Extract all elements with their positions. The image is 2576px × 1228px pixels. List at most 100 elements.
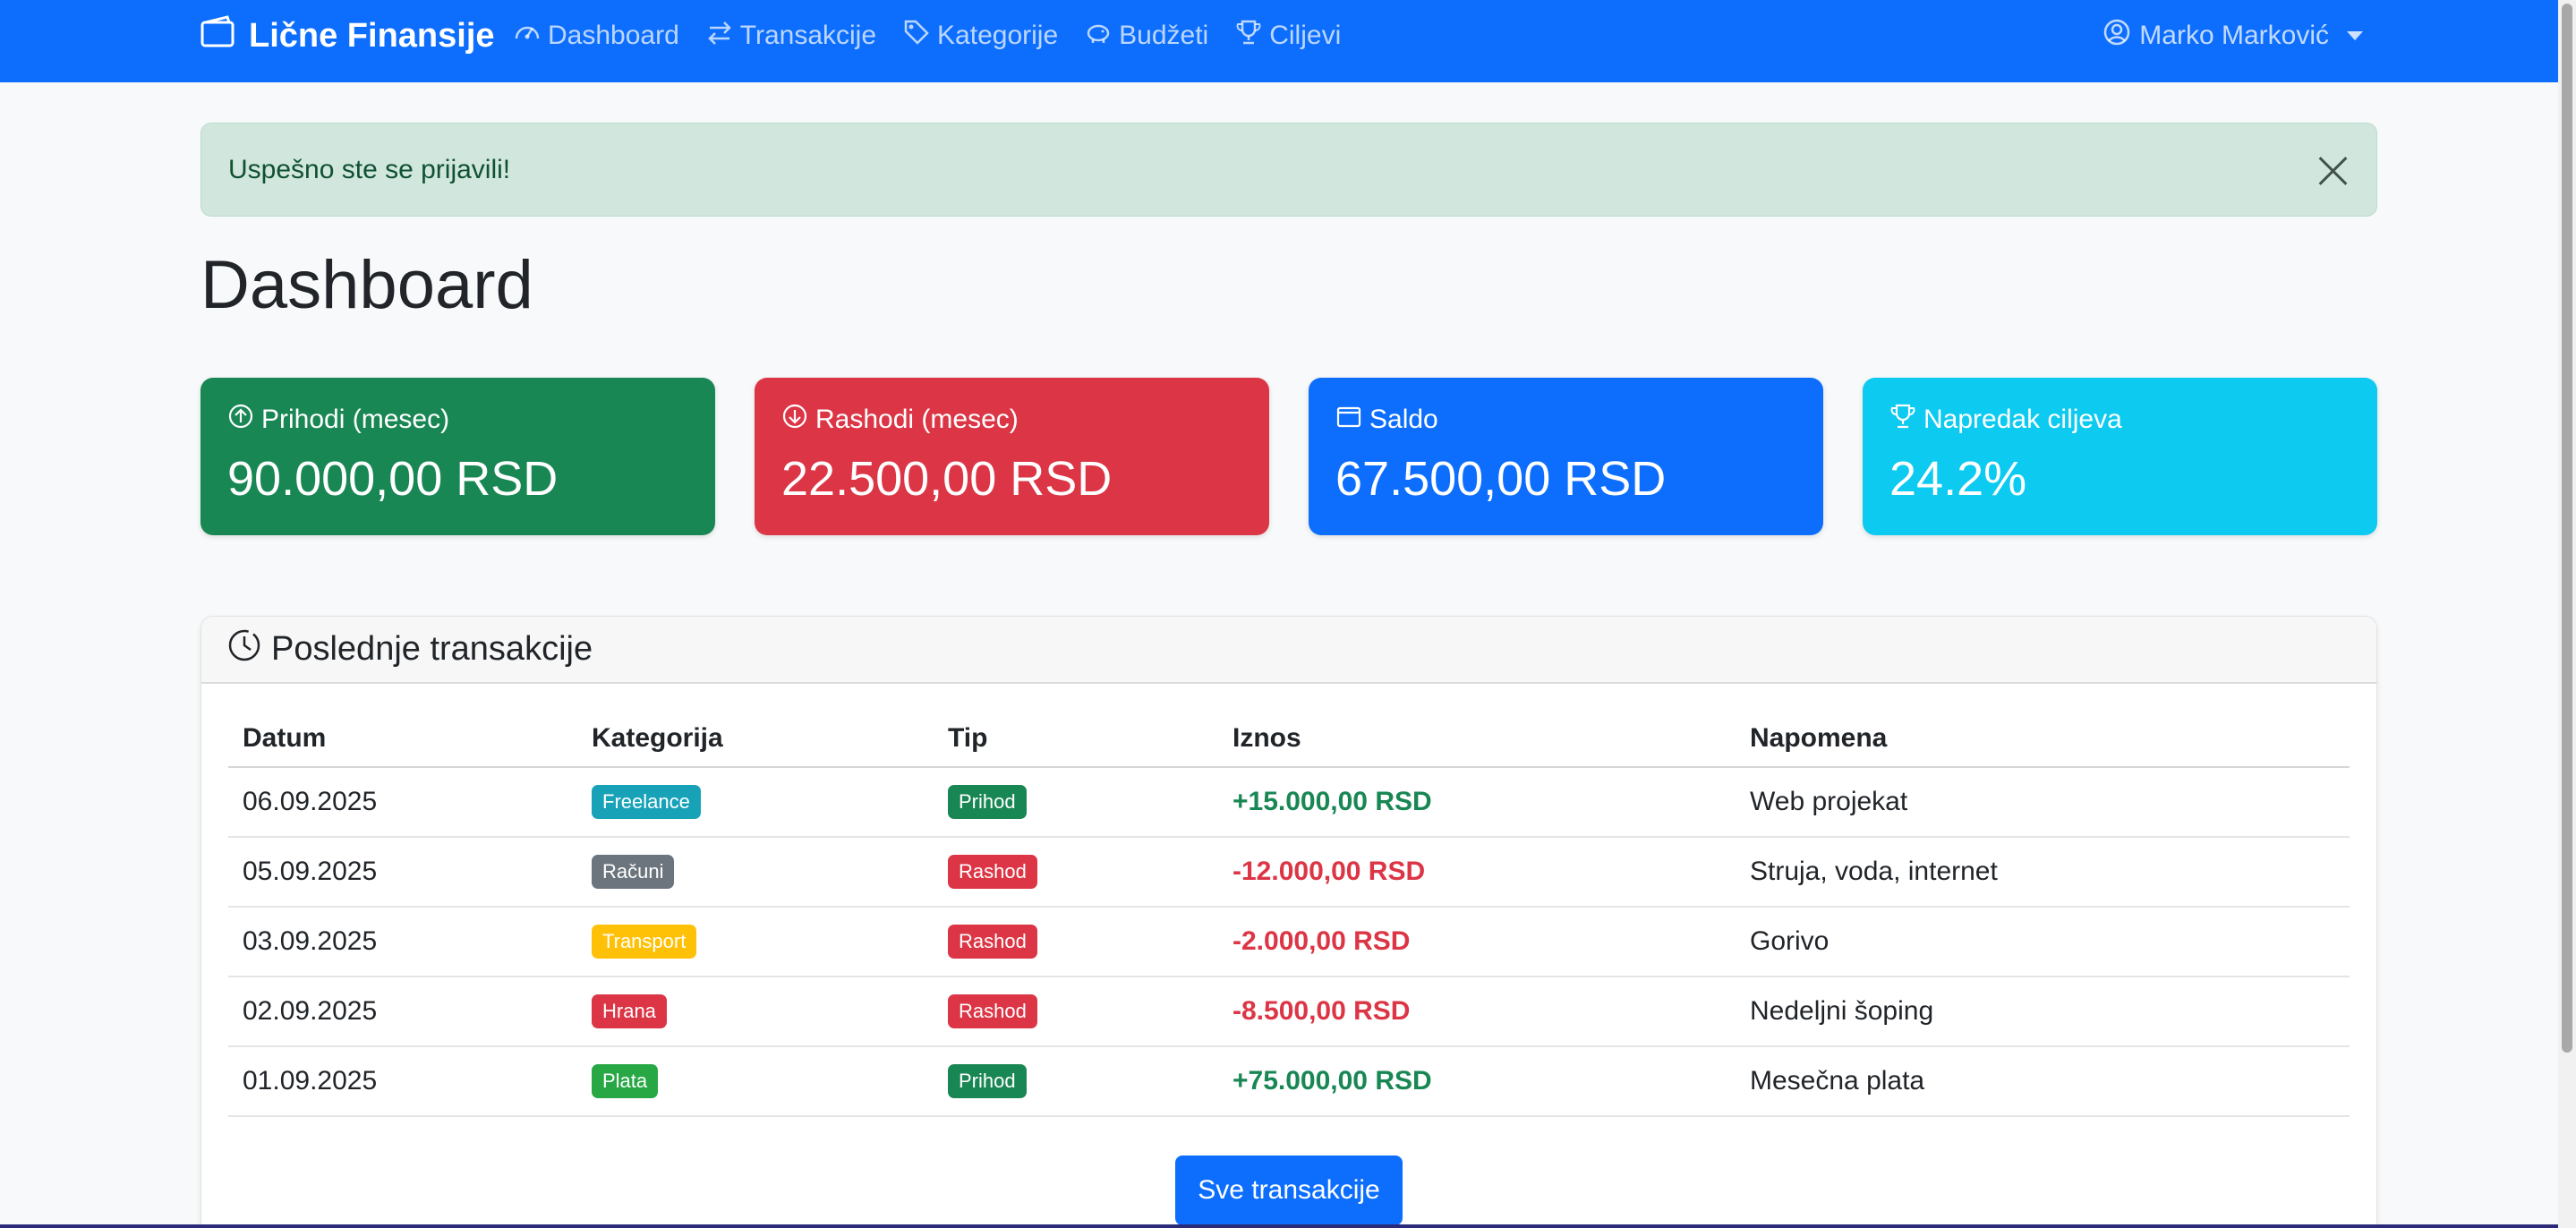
note-cell: Gorivo xyxy=(1736,907,2350,977)
nav-link-label: Ciljevi xyxy=(1269,21,1342,50)
navbar: Lične Finansije Dashboard Transakcije Ka… xyxy=(0,0,2558,82)
type-badge: Rashod xyxy=(948,994,1037,1028)
category-badge: Računi xyxy=(592,855,675,889)
stat-label: Prihodi (mesec) xyxy=(261,405,450,434)
stat-value: 22.500,00 RSD xyxy=(781,452,1113,506)
note-cell: Mesečna plata xyxy=(1736,1046,2350,1117)
date-cell: 06.09.2025 xyxy=(228,767,577,838)
category-badge: Hrana xyxy=(592,994,667,1028)
table-row: 06.09.2025 Freelance Prihod +15.000,00 R… xyxy=(228,767,2350,838)
recent-transactions-card: Poslednje transakcije Datum Kategorija T… xyxy=(200,616,2377,1228)
wallet-icon xyxy=(200,15,236,56)
stat-label: Napredak ciljeva xyxy=(1923,405,2122,434)
note-cell: Web projekat xyxy=(1736,767,2350,838)
arrow-up-circle-icon xyxy=(227,403,254,437)
nav-link-label: Transakcije xyxy=(739,21,877,50)
person-circle-icon xyxy=(2103,19,2130,53)
type-badge: Prihod xyxy=(948,1064,1027,1098)
stat-label: Rashodi (mesec) xyxy=(815,405,1019,434)
trophy-icon xyxy=(1889,403,1916,437)
category-badge: Transport xyxy=(592,925,697,959)
wallet-icon xyxy=(1335,403,1362,437)
amount-cell: +15.000,00 RSD xyxy=(1218,767,1736,838)
table-header-row: Datum Kategorija Tip Iznos Napomena xyxy=(228,710,2350,768)
date-cell: 03.09.2025 xyxy=(228,907,577,977)
stat-value: 67.500,00 RSD xyxy=(1335,452,1667,506)
nav-link-transakcije[interactable]: Transakcije xyxy=(706,19,876,53)
column-header: Kategorija xyxy=(577,710,934,768)
clock-history-icon xyxy=(226,627,262,672)
nav-link-budzeti[interactable]: Budžeti xyxy=(1085,19,1208,53)
type-badge: Rashod xyxy=(948,855,1037,889)
type-cell: Rashod xyxy=(934,976,1218,1047)
stat-value: 90.000,00 RSD xyxy=(227,452,559,506)
type-badge: Rashod xyxy=(948,925,1037,959)
table-row: 05.09.2025 Računi Rashod -12.000,00 RSD … xyxy=(228,837,2350,908)
stat-label: Saldo xyxy=(1369,405,1438,434)
type-cell: Prihod xyxy=(934,767,1218,838)
nav-links: Dashboard Transakcije Kategorije Budžeti… xyxy=(514,0,1341,72)
amount-cell: -12.000,00 RSD xyxy=(1218,837,1736,908)
trophy-icon xyxy=(1235,19,1262,53)
brand-label: Lične Finansije xyxy=(249,16,495,55)
user-menu[interactable]: Marko Marković xyxy=(2103,0,2363,72)
column-header: Iznos xyxy=(1218,710,1736,768)
stat-value: 24.2% xyxy=(1889,452,2027,506)
date-cell: 05.09.2025 xyxy=(228,837,577,908)
tags-icon xyxy=(903,19,930,53)
note-cell: Struja, voda, internet xyxy=(1736,837,2350,908)
date-cell: 01.09.2025 xyxy=(228,1046,577,1117)
category-cell: Transport xyxy=(577,907,934,977)
type-badge: Prihod xyxy=(948,785,1027,819)
arrow-left-right-icon xyxy=(706,19,733,53)
chevron-down-icon xyxy=(2347,31,2363,40)
scrollbar[interactable] xyxy=(2558,0,2576,1228)
page-title: Dashboard xyxy=(200,247,533,323)
brand[interactable]: Lične Finansije xyxy=(200,0,495,72)
stat-card-income: Prihodi (mesec) 90.000,00 RSD xyxy=(200,378,715,535)
nav-link-label: Kategorije xyxy=(937,21,1059,50)
category-cell: Plata xyxy=(577,1046,934,1117)
category-badge: Freelance xyxy=(592,785,701,819)
stat-card-goals: Napredak ciljeva 24.2% xyxy=(1863,378,2377,535)
success-alert: Uspešno ste se prijavili! xyxy=(200,123,2377,217)
scrollbar-thumb[interactable] xyxy=(2562,4,2572,1053)
user-name: Marko Marković xyxy=(2139,21,2329,50)
column-header: Napomena xyxy=(1736,710,2350,768)
column-header: Tip xyxy=(934,710,1218,768)
column-header: Datum xyxy=(228,710,577,768)
amount-cell: +75.000,00 RSD xyxy=(1218,1046,1736,1117)
table-row: 02.09.2025 Hrana Rashod -8.500,00 RSD Ne… xyxy=(228,976,2350,1047)
stats-row: Prihodi (mesec) 90.000,00 RSD Rashodi (m… xyxy=(200,378,2377,535)
bottom-border xyxy=(0,1224,2558,1228)
stat-card-expenses: Rashodi (mesec) 22.500,00 RSD xyxy=(755,378,1269,535)
transactions-table: Datum Kategorija Tip Iznos Napomena 06.0… xyxy=(228,710,2350,1117)
stat-card-balance: Saldo 67.500,00 RSD xyxy=(1309,378,1823,535)
card-header: Poslednje transakcije xyxy=(201,617,2376,684)
speedometer-icon xyxy=(514,19,541,53)
arrow-down-circle-icon xyxy=(781,403,808,437)
type-cell: Rashod xyxy=(934,837,1218,908)
table-row: 03.09.2025 Transport Rashod -2.000,00 RS… xyxy=(228,907,2350,977)
piggy-bank-icon xyxy=(1085,19,1112,53)
type-cell: Rashod xyxy=(934,907,1218,977)
nav-link-kategorije[interactable]: Kategorije xyxy=(903,19,1058,53)
date-cell: 02.09.2025 xyxy=(228,976,577,1047)
nav-link-ciljevi[interactable]: Ciljevi xyxy=(1235,19,1341,53)
all-transactions-button[interactable]: Sve transakcije xyxy=(1175,1156,1403,1225)
amount-cell: -2.000,00 RSD xyxy=(1218,907,1736,977)
type-cell: Prihod xyxy=(934,1046,1218,1117)
note-cell: Nedeljni šoping xyxy=(1736,976,2350,1047)
category-badge: Plata xyxy=(592,1064,659,1098)
amount-cell: -8.500,00 RSD xyxy=(1218,976,1736,1047)
close-icon[interactable] xyxy=(2317,154,2350,186)
category-cell: Freelance xyxy=(577,767,934,838)
alert-message: Uspešno ste se prijavili! xyxy=(228,154,511,184)
nav-link-label: Budžeti xyxy=(1119,21,1209,50)
nav-link-label: Dashboard xyxy=(548,21,679,50)
nav-link-dashboard[interactable]: Dashboard xyxy=(514,19,679,53)
table-row: 01.09.2025 Plata Prihod +75.000,00 RSD M… xyxy=(228,1046,2350,1117)
card-title: Poslednje transakcije xyxy=(271,630,593,668)
category-cell: Računi xyxy=(577,837,934,908)
category-cell: Hrana xyxy=(577,976,934,1047)
